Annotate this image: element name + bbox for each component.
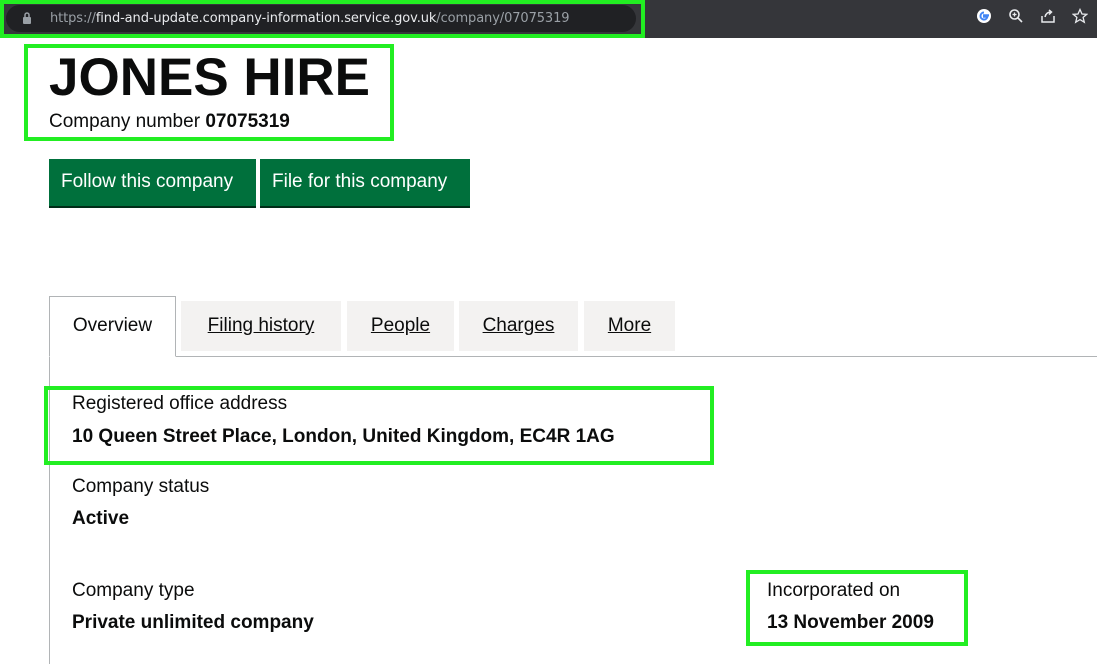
registered-office-value: 10 Queen Street Place, London, United Ki… — [72, 426, 615, 447]
share-icon[interactable] — [1039, 7, 1057, 25]
incorporated-on-value: 13 November 2009 — [767, 612, 934, 633]
company-type-value: Private unlimited company — [72, 612, 314, 633]
company-number-line: Company number 07075319 — [49, 110, 290, 134]
google-icon[interactable] — [975, 7, 993, 25]
company-number-label: Company number — [49, 111, 201, 132]
tab-overview[interactable]: Overview — [49, 296, 176, 357]
url-scheme: https:// — [50, 11, 96, 26]
url-path: /company/07075319 — [436, 11, 570, 26]
file-for-company-button[interactable]: File for this company — [260, 159, 470, 206]
address-bar[interactable]: https://find-and-update.company-informat… — [6, 5, 636, 32]
tab-people[interactable]: People — [347, 301, 454, 351]
follow-company-button[interactable]: Follow this company — [49, 159, 256, 206]
browser-toolbar: https://find-and-update.company-informat… — [0, 0, 1097, 38]
company-status-value: Active — [72, 508, 130, 529]
url-host: find-and-update.company-information.serv… — [95, 11, 437, 26]
url-text[interactable]: https://find-and-update.company-informat… — [50, 10, 570, 27]
zoom-icon[interactable] — [1007, 7, 1025, 25]
company-type-label: Company type — [72, 580, 195, 601]
registered-office-label: Registered office address — [72, 393, 288, 414]
lock-icon[interactable] — [22, 11, 32, 25]
company-name: JONES HIRE — [49, 48, 371, 107]
tab-filing-history[interactable]: Filing history — [181, 301, 341, 351]
incorporated-on-label: Incorporated on — [767, 580, 901, 601]
browser-action-icons — [975, 7, 1089, 25]
tabs-divider — [49, 356, 1097, 357]
tab-charges[interactable]: Charges — [459, 301, 578, 351]
company-number-value: 07075319 — [205, 111, 290, 132]
tab-more[interactable]: More — [584, 301, 675, 351]
company-status-label: Company status — [72, 476, 210, 497]
tab-panel-border — [49, 357, 50, 664]
bookmark-star-icon[interactable] — [1071, 7, 1089, 25]
